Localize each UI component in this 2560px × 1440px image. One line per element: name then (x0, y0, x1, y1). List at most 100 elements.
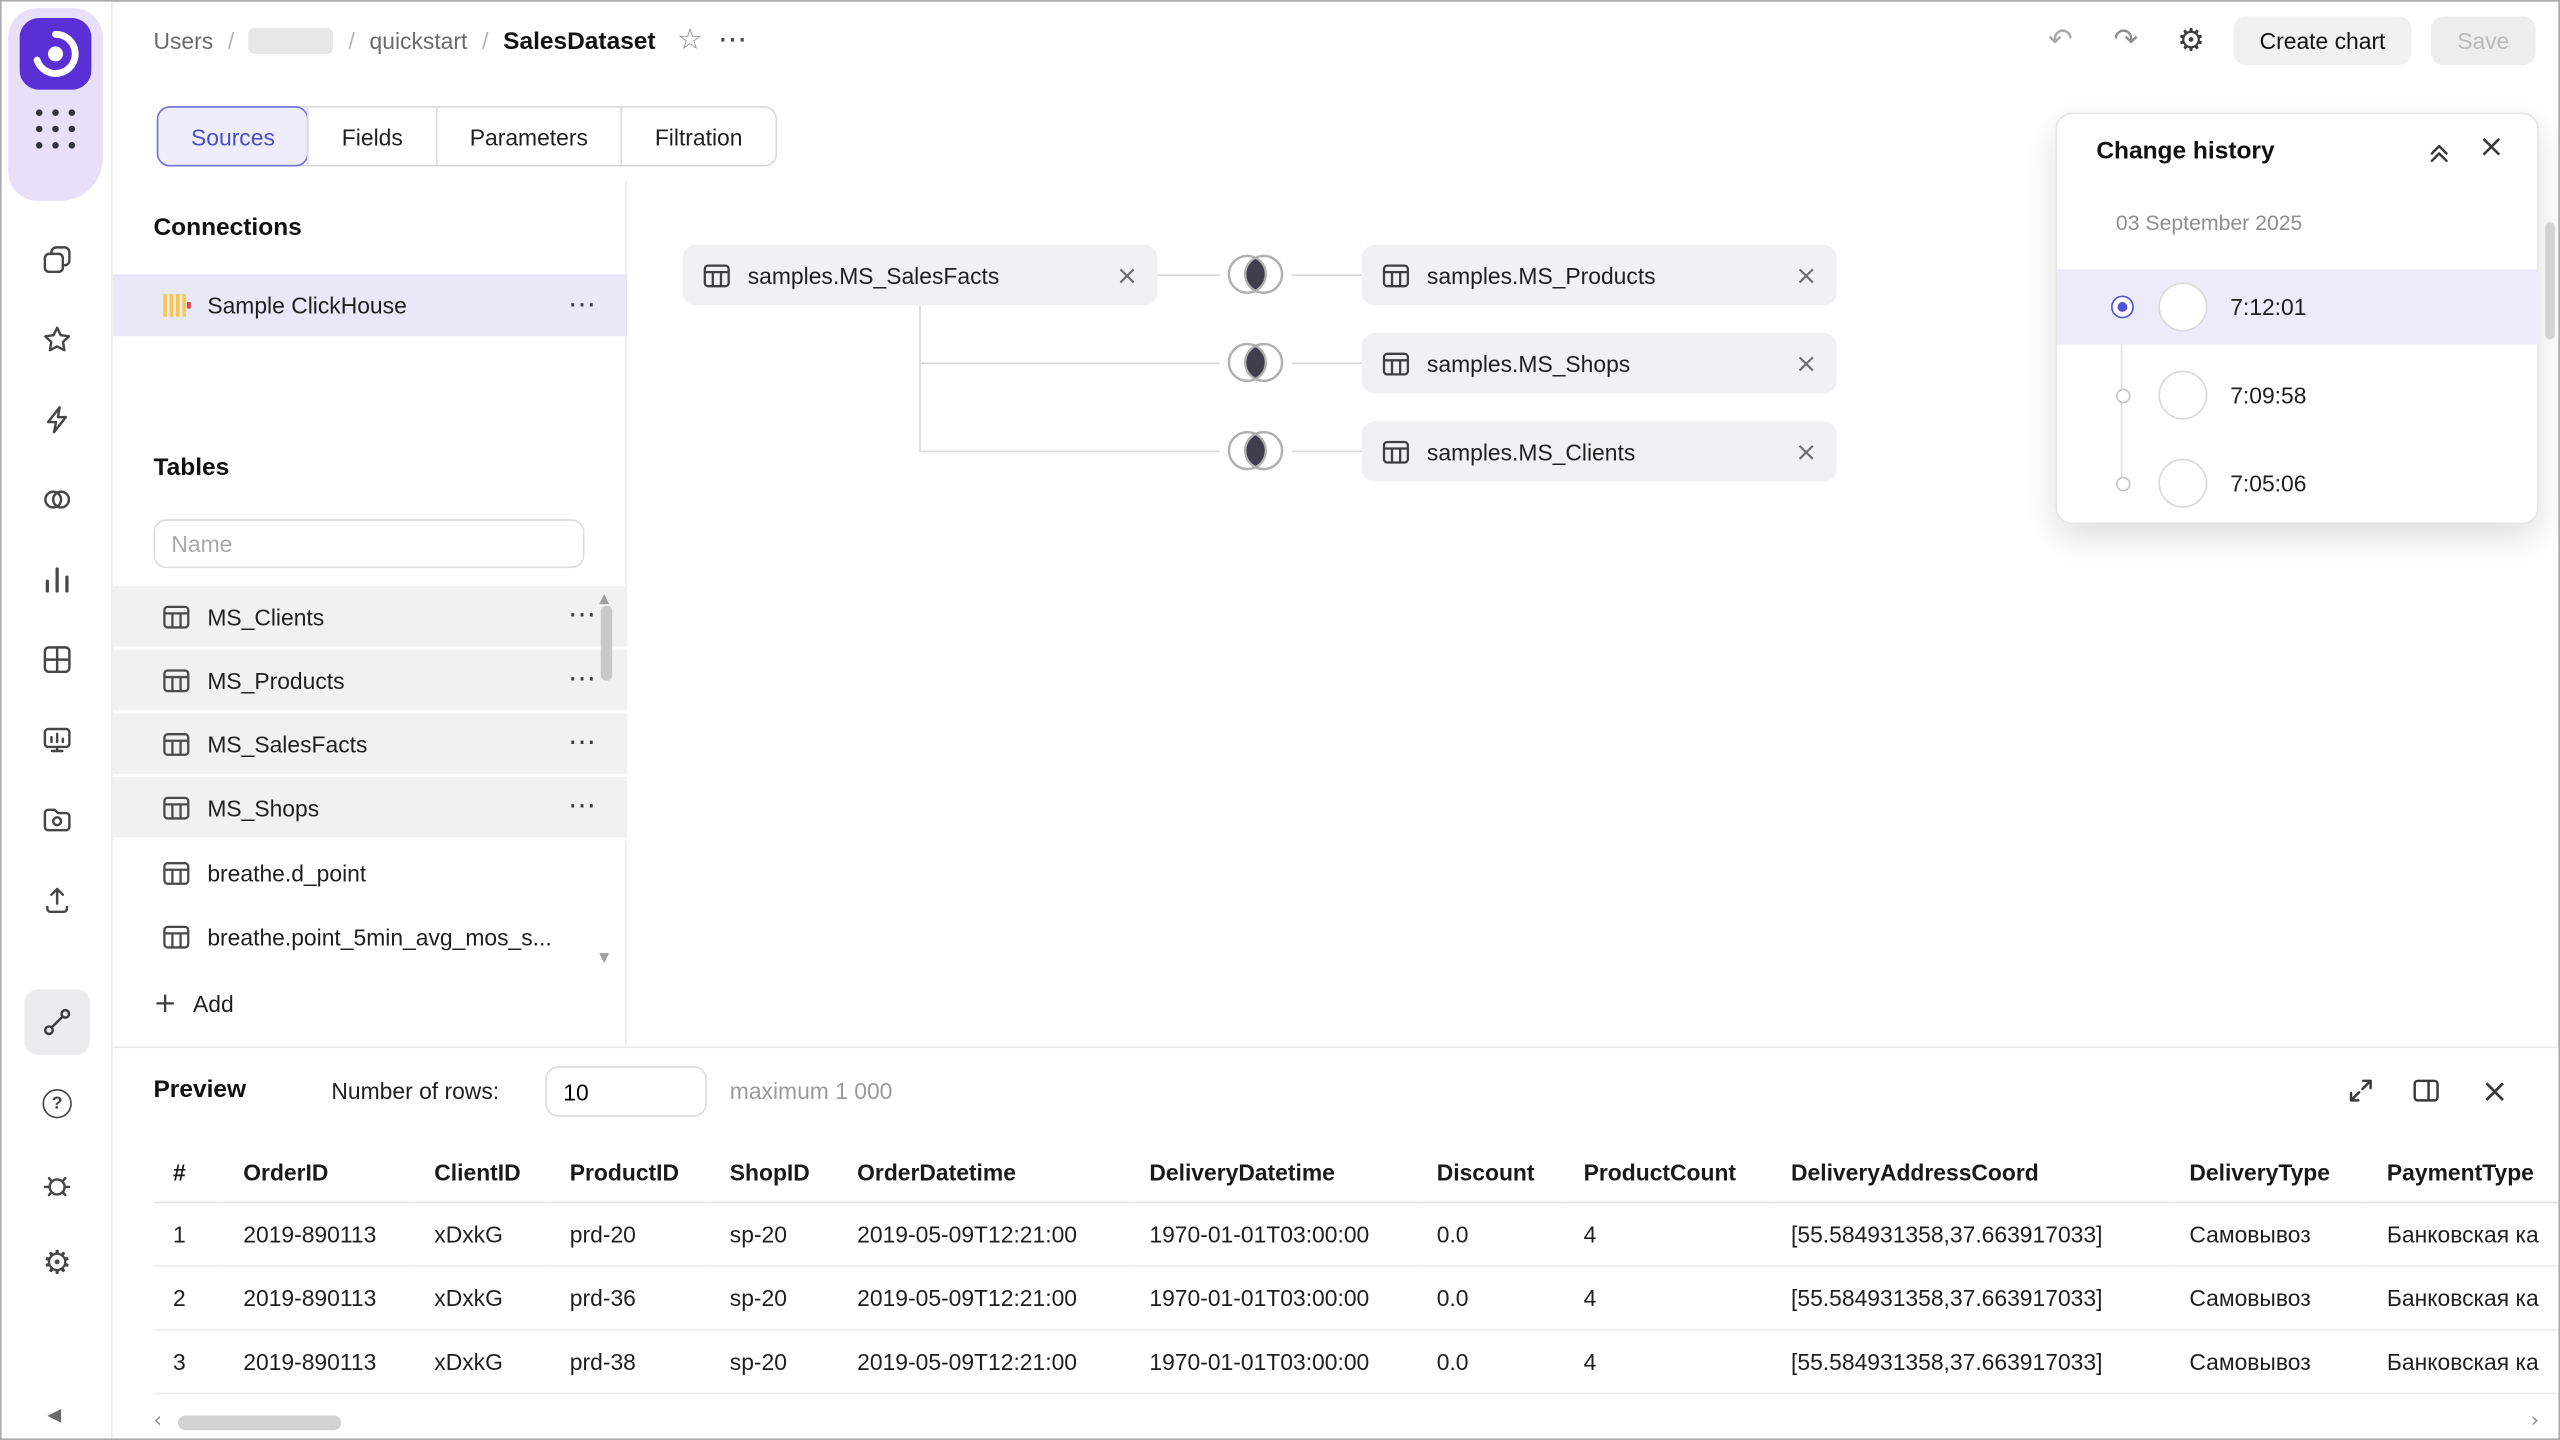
source-node-clients[interactable]: samples.MS_Clients × (1362, 421, 1837, 481)
table-icon (702, 260, 731, 289)
connection-item-sample-clickhouse[interactable]: Sample ClickHouse ⋯ (113, 274, 627, 336)
table-item-ms-clients[interactable]: MS_Clients ⋯ (113, 586, 627, 650)
nav-charts-icon[interactable] (28, 550, 87, 609)
breadcrumb-separator: / (482, 28, 488, 54)
redo-icon[interactable]: ↷ (2103, 18, 2149, 64)
preview-cell: xDxkG (415, 1265, 551, 1329)
breadcrumb-users[interactable]: Users (153, 28, 213, 54)
history-entry[interactable]: 7:09:58 (2057, 358, 2540, 433)
join-icon-products[interactable] (1220, 251, 1292, 297)
apps-grid-icon[interactable] (36, 109, 75, 148)
close-history-icon[interactable]: × (2478, 132, 2504, 163)
tab-parameters-label: Parameters (470, 123, 588, 149)
nav-datasets-icon[interactable] (28, 470, 87, 529)
preview-cell: 2019-890113 (224, 1265, 415, 1329)
nav-dataset-editor-icon[interactable] (24, 989, 89, 1054)
breadcrumb-quickstart[interactable]: quickstart (370, 28, 468, 54)
add-table-button[interactable]: + Add (153, 981, 233, 1027)
remove-source-icon[interactable]: × (1795, 350, 1817, 376)
breadcrumb-separator: / (228, 28, 234, 54)
join-line (919, 362, 1219, 364)
tab-sources[interactable]: Sources (158, 108, 307, 165)
close-preview-icon[interactable]: × (2472, 1068, 2518, 1114)
save-button[interactable]: Save (2431, 16, 2535, 65)
preview-cell: [55.584931358,37.663917033] (1771, 1265, 2169, 1329)
connection-more-icon[interactable]: ⋯ (568, 291, 597, 319)
breadcrumb: Users / / quickstart / SalesDataset ☆ ⋯ (153, 2, 748, 80)
join-icon-shops[interactable] (1220, 340, 1292, 386)
preview-row: 1 2019-890113 xDxkG prd-20 sp-20 2019-05… (153, 1202, 2560, 1266)
nav-reports-icon[interactable] (28, 710, 87, 769)
sources-left-panel: Connections Sample ClickHouse ⋯ Tables M… (113, 181, 627, 1046)
clickhouse-icon (162, 291, 191, 320)
join-line (1291, 274, 1361, 276)
table-item-breathe-d-point[interactable]: breathe.d_point (113, 841, 627, 905)
create-chart-button[interactable]: Create chart (2234, 16, 2412, 65)
history-entry[interactable]: 7:12:01 (2057, 269, 2540, 344)
hscroll-right-icon[interactable]: › (2531, 1411, 2539, 1432)
tab-parameters[interactable]: Parameters (435, 108, 620, 165)
hscroll-left-icon[interactable]: ‹ (153, 1411, 161, 1432)
nav-connections-icon[interactable] (28, 390, 87, 449)
table-icon (162, 602, 191, 631)
source-node-shops[interactable]: samples.MS_Shops × (1362, 333, 1837, 393)
preview-cell: sp-20 (710, 1202, 837, 1266)
list-scrollbar-thumb[interactable] (601, 606, 612, 681)
breadcrumb-redacted-item[interactable] (249, 28, 334, 54)
source-node-products[interactable]: samples.MS_Products × (1362, 245, 1837, 305)
table-item-ms-shops[interactable]: MS_Shops ⋯ (113, 777, 627, 841)
table-more-icon[interactable]: ⋯ (568, 666, 597, 694)
nav-help-icon[interactable]: ? (28, 1074, 87, 1133)
header-more-actions[interactable]: ⋯ (718, 26, 749, 55)
datalens-logo[interactable] (20, 18, 92, 90)
table-more-icon[interactable]: ⋯ (568, 793, 597, 821)
sidebar-collapse-button[interactable]: ◀ (47, 1406, 61, 1424)
history-time: 7:09:58 (2230, 382, 2306, 408)
nav-collections-icon[interactable] (28, 230, 87, 289)
preview-cell: 0.0 (1417, 1265, 1564, 1329)
nav-bug-report-icon[interactable] (28, 1154, 87, 1213)
table-item-ms-salesfacts[interactable]: MS_SalesFacts ⋯ (113, 713, 627, 777)
canvas-scrollbar-thumb[interactable] (2545, 222, 2555, 340)
source-node-salesfacts[interactable]: samples.MS_SalesFacts × (682, 245, 1157, 305)
nav-storage-icon[interactable] (28, 790, 87, 849)
nav-favorites-icon[interactable] (28, 310, 87, 369)
nav-dashboards-icon[interactable] (28, 630, 87, 689)
table-item-label: breathe.d_point (207, 860, 366, 886)
table-icon (162, 922, 191, 951)
table-more-icon[interactable]: ⋯ (568, 602, 597, 630)
join-icon-clients[interactable] (1220, 428, 1292, 474)
list-scroll-up-icon[interactable]: ▲ (599, 593, 609, 606)
expand-preview-icon[interactable] (2338, 1068, 2384, 1114)
preview-layout-icon[interactable] (2403, 1068, 2449, 1114)
collapse-panel-icon[interactable] (2426, 140, 2452, 171)
table-icon (1381, 437, 1410, 466)
preview-cell: Банковская ка (2367, 1202, 2560, 1266)
favorite-star-icon[interactable]: ☆ (677, 26, 703, 55)
history-radio[interactable] (2115, 476, 2130, 491)
remove-source-icon[interactable]: × (1116, 262, 1138, 288)
nav-settings-icon[interactable]: ⚙ (28, 1233, 87, 1292)
rows-count-input[interactable] (545, 1066, 707, 1117)
hscroll-thumb[interactable] (178, 1416, 341, 1431)
list-scroll-down-icon[interactable]: ▼ (599, 952, 609, 965)
table-search-input[interactable] (153, 519, 584, 568)
preview-cell: Банковская ка (2367, 1329, 2560, 1393)
table-more-icon[interactable]: ⋯ (568, 730, 597, 758)
dataset-settings-gear-icon[interactable]: ⚙ (2168, 18, 2214, 64)
history-radio[interactable] (2115, 388, 2130, 403)
tab-fields[interactable]: Fields (308, 108, 436, 165)
history-entry[interactable]: 7:05:06 (2057, 446, 2540, 521)
rows-max-hint: maximum 1 000 (730, 1078, 893, 1104)
table-item-ms-products[interactable]: MS_Products ⋯ (113, 650, 627, 714)
table-icon (1381, 260, 1410, 289)
undo-icon[interactable]: ↶ (2038, 18, 2084, 64)
tab-filtration[interactable]: Filtration (621, 108, 776, 165)
preview-col-header: DeliveryAddressCoord (1771, 1143, 2169, 1202)
preview-cell: Самовывоз (2170, 1329, 2368, 1393)
history-radio-selected[interactable] (2111, 296, 2134, 319)
table-item-breathe-point-5min[interactable]: breathe.point_5min_avg_mos_s... (113, 904, 627, 968)
remove-source-icon[interactable]: × (1795, 262, 1817, 288)
remove-source-icon[interactable]: × (1795, 438, 1817, 464)
nav-export-icon[interactable] (28, 870, 87, 929)
